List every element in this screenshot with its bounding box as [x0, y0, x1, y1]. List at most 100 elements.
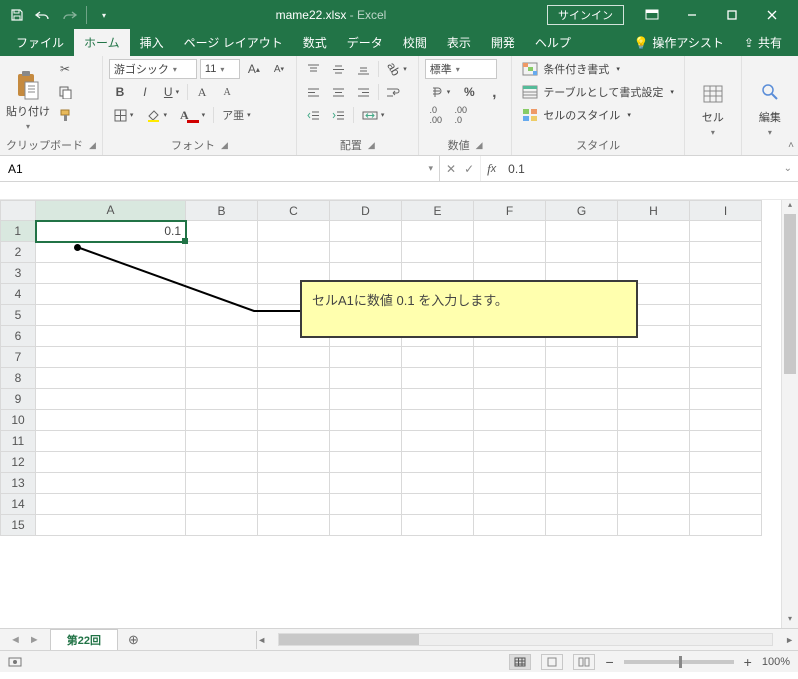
clipboard-launcher-icon[interactable]: ◢	[89, 140, 96, 151]
new-sheet-icon[interactable]: ⊕	[118, 632, 149, 648]
orientation-icon[interactable]: ab▾	[382, 59, 412, 79]
cell-D8[interactable]	[330, 368, 402, 389]
cell-I9[interactable]	[690, 389, 762, 410]
cancel-formula-icon[interactable]: ✕	[446, 162, 456, 176]
name-box-input[interactable]	[0, 162, 422, 176]
row-header-3[interactable]: 3	[1, 263, 36, 284]
zoom-level[interactable]: 100%	[762, 656, 790, 668]
collapse-ribbon-icon[interactable]: ˄	[788, 140, 794, 151]
cell-D13[interactable]	[330, 473, 402, 494]
tab-page-layout[interactable]: ページ レイアウト	[174, 29, 293, 56]
cell-E13[interactable]	[402, 473, 474, 494]
undo-icon[interactable]	[32, 4, 54, 26]
cell-F14[interactable]	[474, 494, 546, 515]
tab-insert[interactable]: 挿入	[130, 29, 174, 56]
cell-B1[interactable]	[186, 221, 258, 242]
accounting-format-icon[interactable]: ▾	[425, 82, 456, 102]
shrink-font-icon[interactable]: A	[216, 82, 238, 102]
cell-E11[interactable]	[402, 431, 474, 452]
cell-A12[interactable]	[36, 452, 186, 473]
cell-A9[interactable]	[36, 389, 186, 410]
cell-C1[interactable]	[258, 221, 330, 242]
tell-me-button[interactable]: 💡操作アシスト	[625, 29, 731, 56]
cell-E14[interactable]	[402, 494, 474, 515]
number-format-combo[interactable]: 標準▾	[425, 59, 497, 79]
align-middle-icon[interactable]	[328, 59, 350, 79]
expand-formula-bar-icon[interactable]: ⌄	[778, 156, 798, 181]
cell-G1[interactable]	[546, 221, 618, 242]
scroll-up-icon[interactable]: ▴	[782, 200, 798, 214]
tab-formulas[interactable]: 数式	[293, 29, 337, 56]
vertical-scrollbar[interactable]: ▴ ▾	[781, 200, 798, 628]
cell-H1[interactable]	[618, 221, 690, 242]
cell-H7[interactable]	[618, 347, 690, 368]
zoom-in-icon[interactable]: +	[744, 654, 752, 670]
cell-G15[interactable]	[546, 515, 618, 536]
cut-icon[interactable]: ✂	[54, 59, 76, 79]
cell-G13[interactable]	[546, 473, 618, 494]
sheet-nav-prev-icon[interactable]: ◄	[10, 634, 21, 646]
col-header-A[interactable]: A	[36, 201, 186, 221]
enter-formula-icon[interactable]: ✓	[464, 162, 474, 176]
row-header-4[interactable]: 4	[1, 284, 36, 305]
cell-H9[interactable]	[618, 389, 690, 410]
cell-G7[interactable]	[546, 347, 618, 368]
formula-input[interactable]: 0.1	[502, 156, 777, 181]
cell-F11[interactable]	[474, 431, 546, 452]
cell-I8[interactable]	[690, 368, 762, 389]
cell-A8[interactable]	[36, 368, 186, 389]
align-bottom-icon[interactable]	[353, 59, 375, 79]
cell-H8[interactable]	[618, 368, 690, 389]
name-box[interactable]: ▾	[0, 156, 440, 181]
cell-B14[interactable]	[186, 494, 258, 515]
cell-A13[interactable]	[36, 473, 186, 494]
row-header-2[interactable]: 2	[1, 242, 36, 263]
cell-H12[interactable]	[618, 452, 690, 473]
copy-icon[interactable]	[54, 82, 76, 102]
horizontal-scroll-thumb[interactable]	[279, 634, 419, 645]
increase-decimal-icon[interactable]: .0.00	[425, 105, 447, 125]
sheet-nav-next-icon[interactable]: ►	[29, 634, 40, 646]
tab-file[interactable]: ファイル	[6, 29, 74, 56]
cell-styles-button[interactable]: セルのスタイル▾	[518, 105, 678, 125]
decrease-indent-icon[interactable]	[303, 105, 325, 125]
row-header-10[interactable]: 10	[1, 410, 36, 431]
share-button[interactable]: ⇪共有	[736, 29, 790, 56]
cell-I4[interactable]	[690, 284, 762, 305]
cell-A10[interactable]	[36, 410, 186, 431]
row-header-15[interactable]: 15	[1, 515, 36, 536]
underline-icon[interactable]: U▾	[159, 82, 184, 102]
align-left-icon[interactable]	[303, 82, 325, 102]
tab-developer[interactable]: 開発	[481, 29, 525, 56]
name-box-dropdown-icon[interactable]: ▾	[422, 163, 439, 174]
cell-C12[interactable]	[258, 452, 330, 473]
col-header-C[interactable]: C	[258, 201, 330, 221]
font-color-icon[interactable]: A▾	[175, 105, 210, 125]
cell-F12[interactable]	[474, 452, 546, 473]
ribbon-options-icon[interactable]	[632, 1, 672, 29]
font-name-combo[interactable]: 游ゴシック▾	[109, 59, 197, 79]
row-header-6[interactable]: 6	[1, 326, 36, 347]
minimize-icon[interactable]	[672, 1, 712, 29]
row-header-7[interactable]: 7	[1, 347, 36, 368]
zoom-slider[interactable]	[624, 660, 734, 664]
cell-E1[interactable]	[402, 221, 474, 242]
cell-I12[interactable]	[690, 452, 762, 473]
cell-I14[interactable]	[690, 494, 762, 515]
cell-C15[interactable]	[258, 515, 330, 536]
cell-C10[interactable]	[258, 410, 330, 431]
increase-indent-icon[interactable]	[328, 105, 350, 125]
cell-A14[interactable]	[36, 494, 186, 515]
row-header-14[interactable]: 14	[1, 494, 36, 515]
cell-C11[interactable]	[258, 431, 330, 452]
cell-I11[interactable]	[690, 431, 762, 452]
cell-C9[interactable]	[258, 389, 330, 410]
cell-D11[interactable]	[330, 431, 402, 452]
cell-B11[interactable]	[186, 431, 258, 452]
horizontal-scrollbar[interactable]: ◄ ►	[257, 633, 798, 646]
tab-data[interactable]: データ	[337, 29, 393, 56]
cell-C13[interactable]	[258, 473, 330, 494]
cell-E12[interactable]	[402, 452, 474, 473]
cell-B8[interactable]	[186, 368, 258, 389]
cell-B13[interactable]	[186, 473, 258, 494]
